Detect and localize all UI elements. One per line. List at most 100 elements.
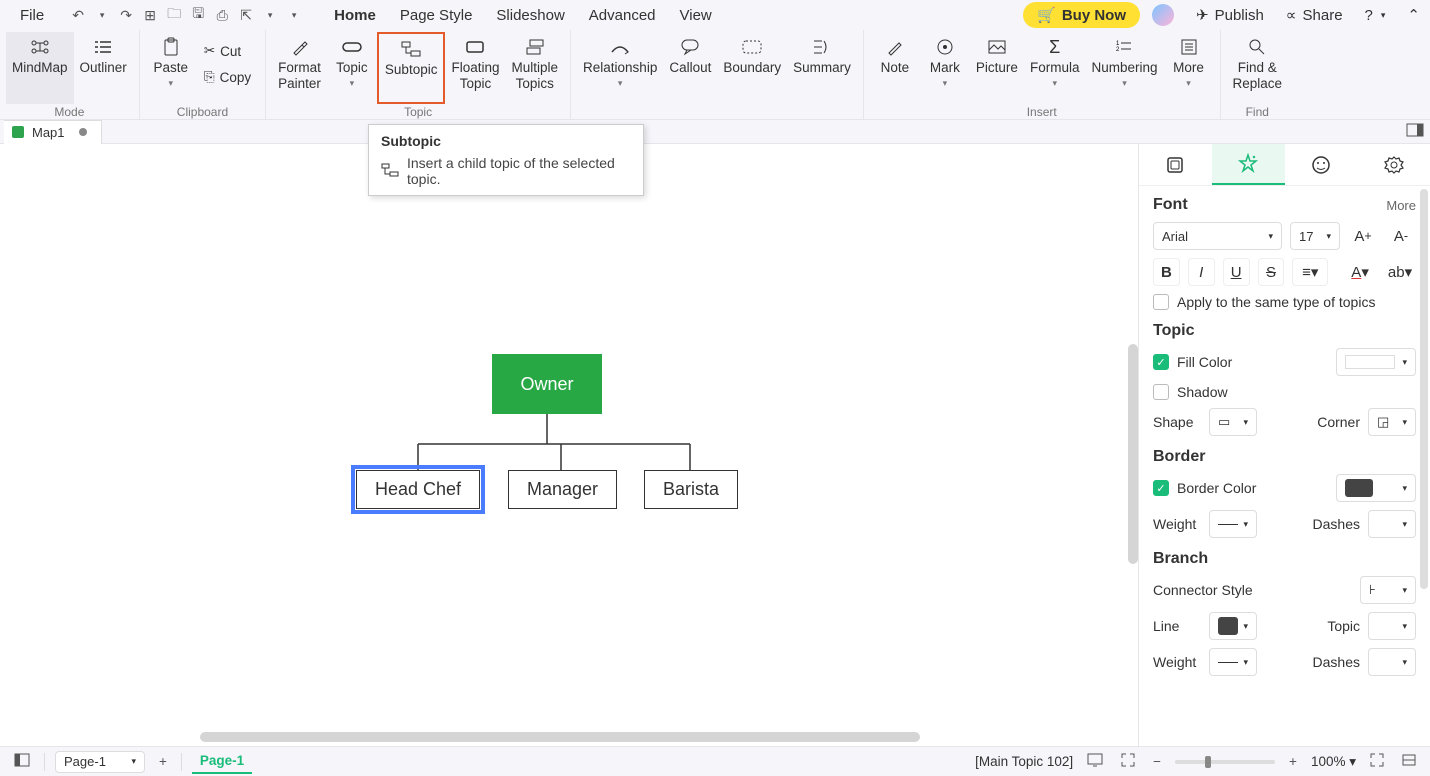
text-transform-button[interactable]: ab▾ bbox=[1384, 258, 1416, 286]
fit-icon[interactable] bbox=[1117, 751, 1139, 772]
collapse-panel-button[interactable] bbox=[1398, 752, 1420, 771]
numbering-button[interactable]: 12 Numbering ▾ bbox=[1085, 32, 1163, 104]
collapse-ribbon-button[interactable]: ⌃ bbox=[1407, 6, 1420, 24]
callout-button[interactable]: Callout bbox=[663, 32, 717, 104]
menu-slideshow[interactable]: Slideshow bbox=[486, 3, 574, 28]
format-painter-button[interactable]: Format Painter bbox=[272, 32, 327, 104]
panel-tab-settings[interactable] bbox=[1357, 144, 1430, 185]
outline-panel-button[interactable] bbox=[10, 751, 34, 772]
panel-toggle-button[interactable] bbox=[1406, 123, 1424, 140]
chevron-down-icon: ▾ bbox=[1402, 585, 1407, 596]
fullscreen-button[interactable] bbox=[1366, 751, 1388, 772]
outliner-mode-button[interactable]: Outliner bbox=[74, 32, 133, 104]
boundary-button[interactable]: Boundary bbox=[717, 32, 787, 104]
menu-file[interactable]: File bbox=[10, 3, 54, 28]
help-button[interactable]: ?▾ bbox=[1365, 7, 1386, 24]
node-barista[interactable]: Barista bbox=[644, 470, 738, 509]
page-tab[interactable]: Page-1 bbox=[192, 749, 252, 774]
font-size-select[interactable]: 17▾ bbox=[1290, 222, 1340, 250]
zoom-slider[interactable] bbox=[1175, 760, 1275, 764]
subtopic-label: Subtopic bbox=[385, 62, 438, 78]
topic-button[interactable]: Topic ▾ bbox=[327, 32, 377, 104]
font-family-select[interactable]: Arial▾ bbox=[1153, 222, 1282, 250]
branch-dashes-select[interactable]: ▾ bbox=[1368, 648, 1416, 676]
summary-button[interactable]: Summary bbox=[787, 32, 857, 104]
add-page-button[interactable]: + bbox=[155, 752, 171, 771]
panel-tab-emoji[interactable] bbox=[1285, 144, 1358, 185]
branch-weight-select[interactable]: ▾ bbox=[1209, 648, 1257, 676]
document-tab[interactable]: Map1 bbox=[4, 120, 102, 144]
picture-button[interactable]: Picture bbox=[970, 32, 1024, 104]
panel-tab-style[interactable] bbox=[1212, 144, 1285, 185]
subtopic-button[interactable]: Subtopic bbox=[377, 32, 446, 104]
border-weight-select[interactable]: ▾ bbox=[1209, 510, 1257, 538]
menu-page-style[interactable]: Page Style bbox=[390, 3, 483, 28]
mark-button[interactable]: Mark ▾ bbox=[920, 32, 970, 104]
zoom-out-button[interactable]: − bbox=[1149, 752, 1165, 771]
zoom-value[interactable]: 100% ▾ bbox=[1311, 754, 1356, 770]
export-icon[interactable]: ⇱ bbox=[238, 7, 254, 23]
menu-home[interactable]: Home bbox=[324, 3, 386, 28]
relationship-button[interactable]: Relationship ▾ bbox=[577, 32, 663, 104]
border-color-checkbox[interactable]: ✓ bbox=[1153, 480, 1169, 496]
paste-button[interactable]: Paste ▾ bbox=[146, 32, 196, 104]
zoom-slider-thumb[interactable] bbox=[1205, 756, 1211, 768]
share-button[interactable]: ∝ Share bbox=[1286, 6, 1343, 24]
find-replace-button[interactable]: Find & Replace bbox=[1227, 32, 1289, 104]
save-icon[interactable]: 🖫 bbox=[190, 7, 206, 23]
page-selector[interactable]: Page-1▾ bbox=[55, 751, 145, 773]
font-color-button[interactable]: A▾ bbox=[1344, 258, 1376, 286]
connector-style-select[interactable]: ⊦▾ bbox=[1360, 576, 1416, 604]
open-icon[interactable]: 🗀 bbox=[166, 7, 182, 23]
undo-icon[interactable]: ↶ bbox=[70, 7, 86, 23]
node-manager[interactable]: Manager bbox=[508, 470, 617, 509]
publish-button[interactable]: ✈ Publish bbox=[1196, 6, 1264, 24]
copy-button[interactable]: ⎘Copy bbox=[200, 67, 255, 87]
buy-now-button[interactable]: 🛒 Buy Now bbox=[1023, 2, 1140, 28]
multiple-topics-button[interactable]: Multiple Topics bbox=[506, 32, 565, 104]
panel-tab-layout[interactable] bbox=[1139, 144, 1212, 185]
print-icon[interactable]: ⎙ bbox=[214, 7, 230, 23]
bold-button[interactable]: B bbox=[1153, 258, 1180, 286]
canvas[interactable]: Owner Head Chef Manager Barista bbox=[0, 144, 1138, 746]
panel-vertical-scrollbar[interactable] bbox=[1420, 189, 1428, 589]
redo-icon[interactable]: ↷ bbox=[118, 7, 134, 23]
fill-color-select[interactable]: ▾ bbox=[1336, 348, 1416, 376]
presentation-icon[interactable] bbox=[1083, 751, 1107, 772]
new-icon[interactable]: ⊞ bbox=[142, 7, 158, 23]
export-dropdown-icon[interactable]: ▾ bbox=[262, 7, 278, 23]
menu-advanced[interactable]: Advanced bbox=[579, 3, 666, 28]
undo-dropdown-icon[interactable]: ▾ bbox=[94, 7, 110, 23]
font-more-link[interactable]: More bbox=[1386, 198, 1416, 213]
mindmap-mode-button[interactable]: MindMap bbox=[6, 32, 74, 104]
formula-button[interactable]: Σ Formula ▾ bbox=[1024, 32, 1086, 104]
canvas-horizontal-scrollbar[interactable] bbox=[200, 732, 920, 742]
underline-button[interactable]: U bbox=[1223, 258, 1250, 286]
border-color-select[interactable]: ▾ bbox=[1336, 474, 1416, 502]
italic-button[interactable]: I bbox=[1188, 258, 1215, 286]
shape-select[interactable]: ▭▾ bbox=[1209, 408, 1257, 436]
align-button[interactable]: ≡▾ bbox=[1292, 258, 1328, 286]
apply-same-checkbox[interactable] bbox=[1153, 294, 1169, 310]
tooltip-title: Subtopic bbox=[381, 133, 631, 149]
node-head-chef[interactable]: Head Chef bbox=[356, 470, 480, 509]
strikethrough-button[interactable]: S bbox=[1258, 258, 1285, 286]
border-dashes-select[interactable]: ▾ bbox=[1368, 510, 1416, 538]
cut-button[interactable]: ✂Cut bbox=[200, 41, 255, 61]
shadow-checkbox[interactable] bbox=[1153, 384, 1169, 400]
note-button[interactable]: Note bbox=[870, 32, 920, 104]
zoom-in-button[interactable]: + bbox=[1285, 752, 1301, 771]
qat-more-icon[interactable]: ▾ bbox=[286, 7, 302, 23]
node-owner[interactable]: Owner bbox=[492, 354, 602, 414]
avatar[interactable] bbox=[1152, 4, 1174, 26]
canvas-vertical-scrollbar[interactable] bbox=[1128, 344, 1138, 564]
more-button[interactable]: More ▾ bbox=[1164, 32, 1214, 104]
increase-font-button[interactable]: A+ bbox=[1348, 222, 1378, 250]
menu-view[interactable]: View bbox=[670, 3, 722, 28]
floating-topic-button[interactable]: Floating Topic bbox=[445, 32, 505, 104]
decrease-font-button[interactable]: A- bbox=[1386, 222, 1416, 250]
corner-select[interactable]: ◲▾ bbox=[1368, 408, 1416, 436]
branch-topic-select[interactable]: ▾ bbox=[1368, 612, 1416, 640]
fill-color-checkbox[interactable]: ✓ bbox=[1153, 354, 1169, 370]
branch-line-select[interactable]: ▾ bbox=[1209, 612, 1257, 640]
